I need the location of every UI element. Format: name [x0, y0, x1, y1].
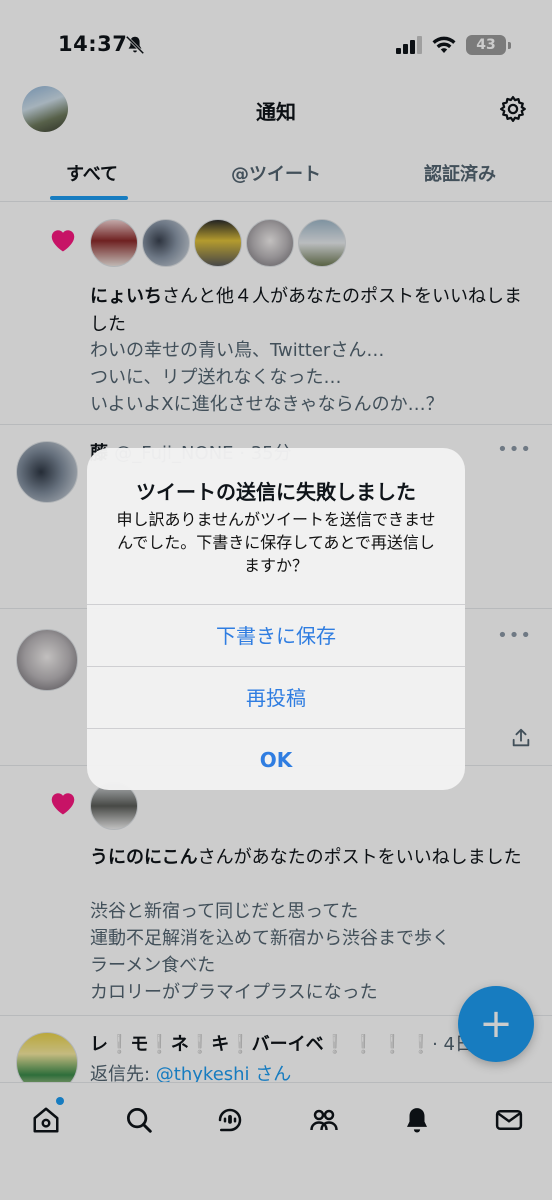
- error-alert-dialog: ツイートの送信に失敗しました 申し訳ありませんがツイートを送信できませんでした。…: [87, 448, 465, 790]
- repost-button[interactable]: 再投稿: [87, 666, 465, 728]
- ok-button[interactable]: OK: [87, 728, 465, 790]
- alert-message: 申し訳ありませんがツイートを送信できませんでした。下書きに保存してあとで再送信し…: [116, 510, 436, 575]
- save-draft-button[interactable]: 下書きに保存: [87, 604, 465, 666]
- alert-title: ツイートの送信に失敗しました: [136, 480, 416, 504]
- app-screen: 14:37 43 通知 すべて @ツイート 認証済み にょいちさんと他４人があな…: [0, 0, 552, 1200]
